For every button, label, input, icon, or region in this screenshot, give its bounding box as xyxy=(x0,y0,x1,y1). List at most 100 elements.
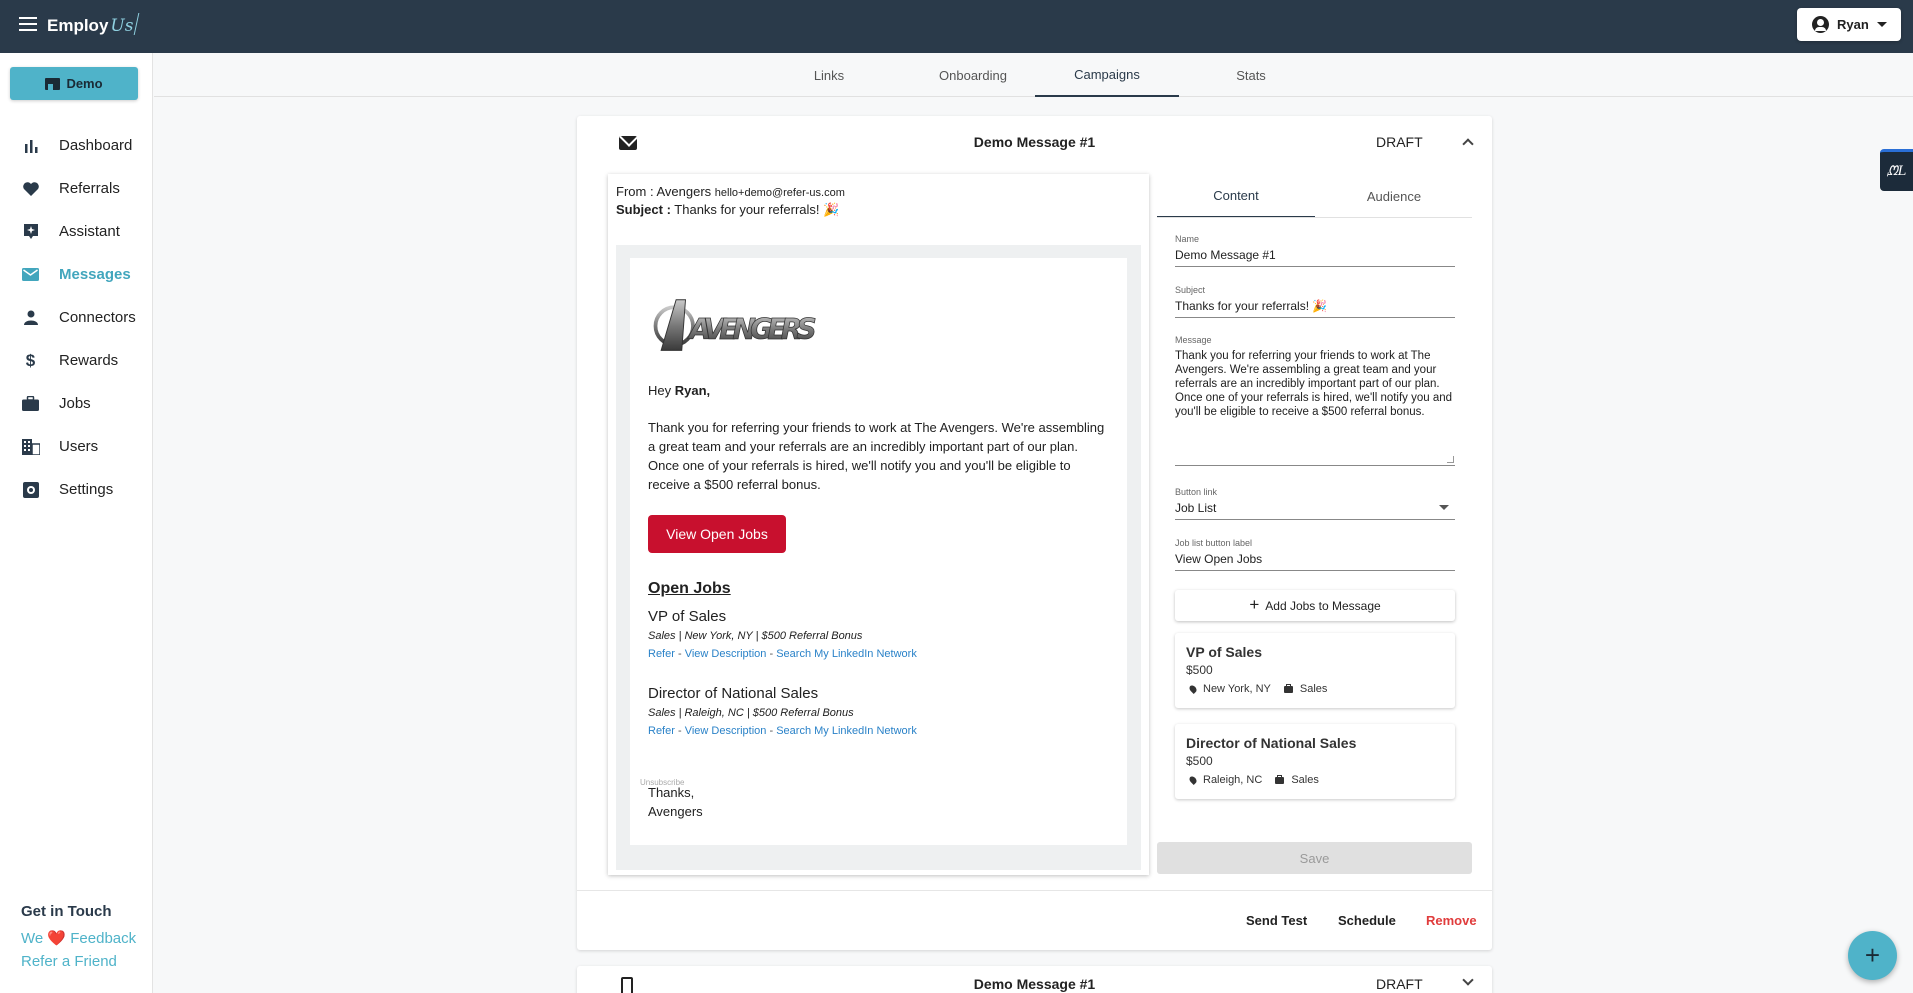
campaign-title: Demo Message #1 xyxy=(973,976,1096,992)
resize-handle-icon[interactable] xyxy=(1447,456,1454,463)
button-link-select[interactable]: Button link Job List xyxy=(1175,487,1455,520)
email-subject: Subject : Thanks for your referrals! 🎉 xyxy=(616,202,839,218)
campaign-card-header[interactable]: Demo Message #1 DRAFT xyxy=(577,116,1492,170)
email-from: From : Avengers hello+demo@refer-us.com xyxy=(616,184,845,199)
subject-field[interactable]: Subject Thanks for your referrals! 🎉 xyxy=(1175,285,1455,318)
job-title: VP of Sales xyxy=(648,608,727,625)
subject-label: Subject : xyxy=(616,202,671,217)
user-name: Ryan xyxy=(1837,17,1869,32)
section-tabs: Links Onboarding Campaigns Stats xyxy=(154,53,1913,97)
unsubscribe-link[interactable]: Unsubscribe xyxy=(640,778,684,787)
message-textarea[interactable]: Thank you for referring your friends to … xyxy=(1175,349,1455,466)
location-pin-icon xyxy=(1188,684,1198,694)
campaign-card: Demo Message #1 DRAFT From : Avengers he… xyxy=(577,116,1492,950)
view-description-link[interactable]: View Description xyxy=(685,648,767,660)
side-widget-tab[interactable]: ᘻL xyxy=(1880,149,1913,191)
refer-friend-link[interactable]: Refer a Friend xyxy=(21,953,117,970)
subject-text: Thanks for your referrals! 🎉 xyxy=(674,202,840,217)
job-card[interactable]: VP of Sales $500 New York, NY Sales xyxy=(1175,633,1455,708)
sidebar-item-users[interactable]: Users xyxy=(0,425,153,468)
caret-down-icon xyxy=(1876,22,1887,27)
save-button[interactable]: Save xyxy=(1157,842,1472,874)
job-card-salary: $500 xyxy=(1186,754,1213,768)
link-separator: - xyxy=(674,648,685,660)
name-label: Name xyxy=(1175,234,1200,244)
tab-stats[interactable]: Stats xyxy=(1179,53,1323,97)
sidebar-item-label: Connectors xyxy=(59,309,136,326)
dropdown-caret-icon xyxy=(1439,505,1449,510)
sidebar-item-label: Rewards xyxy=(59,352,119,369)
logo-main-text: Employ xyxy=(47,16,109,35)
menu-icon[interactable] xyxy=(19,17,37,31)
tab-campaigns[interactable]: Campaigns xyxy=(1035,53,1179,97)
heart-icon xyxy=(21,179,40,198)
job-list-label-field[interactable]: Job list button label View Open Jobs xyxy=(1175,538,1455,571)
tab-audience[interactable]: Audience xyxy=(1315,174,1473,218)
user-menu-button[interactable]: Ryan xyxy=(1797,8,1901,41)
job-card[interactable]: Director of National Sales $500 Raleigh,… xyxy=(1175,724,1455,799)
view-open-jobs-button[interactable]: View Open Jobs xyxy=(648,515,786,553)
search-linkedin-link[interactable]: Search My LinkedIn Network xyxy=(776,648,917,660)
button-link-value[interactable]: Job List xyxy=(1175,501,1455,520)
from-email: hello+demo@refer-us.com xyxy=(714,187,845,199)
tab-content[interactable]: Content xyxy=(1157,174,1315,218)
widget-logo-icon: ᘻL xyxy=(1886,164,1907,179)
greeting-pre: Hey xyxy=(648,383,672,398)
remove-button[interactable]: Remove xyxy=(1426,913,1477,928)
feedback-post: Feedback xyxy=(70,930,137,947)
subject-input[interactable]: Thanks for your referrals! 🎉 xyxy=(1175,299,1455,318)
greeting-name: Ryan, xyxy=(674,383,711,398)
link-separator: - xyxy=(766,648,777,660)
add-jobs-button[interactable]: + Add Jobs to Message xyxy=(1175,590,1455,621)
job-list-input[interactable]: View Open Jobs xyxy=(1175,552,1455,571)
org-button[interactable]: Demo xyxy=(10,67,138,100)
schedule-button[interactable]: Schedule xyxy=(1338,913,1396,928)
subject-label: Subject xyxy=(1175,285,1206,295)
refer-link[interactable]: Refer xyxy=(648,648,675,660)
mail-icon xyxy=(21,265,40,284)
gear-icon xyxy=(21,480,40,499)
email-job-item: Director of National Sales Sales | Ralei… xyxy=(648,685,917,737)
name-input[interactable]: Demo Message #1 xyxy=(1175,248,1455,267)
feedback-pre: We xyxy=(21,930,44,947)
tab-links[interactable]: Links xyxy=(757,53,901,97)
email-signoff: Thanks, Avengers xyxy=(648,783,703,821)
send-test-button[interactable]: Send Test xyxy=(1246,913,1307,928)
job-card-location: Raleigh, NC xyxy=(1203,774,1263,786)
sidebar-item-label: Users xyxy=(59,438,99,455)
message-label: Message xyxy=(1175,335,1212,345)
email-body: AVENGERS Hey Ryan, Thank you for referri… xyxy=(630,258,1127,845)
sidebar-item-jobs[interactable]: Jobs xyxy=(0,382,153,425)
dollar-icon: $ xyxy=(25,350,36,370)
message-field[interactable]: Message Thank you for referring your fri… xyxy=(1175,335,1455,466)
job-card-location: New York, NY xyxy=(1203,683,1271,695)
building-icon xyxy=(21,437,40,456)
briefcase-icon xyxy=(1275,774,1285,784)
app-logo[interactable]: Employ Us xyxy=(47,13,140,36)
sidebar-item-messages[interactable]: Messages xyxy=(0,253,153,296)
sidebar-item-settings[interactable]: Settings xyxy=(0,468,153,511)
sidebar-item-referrals[interactable]: Referrals xyxy=(0,167,153,210)
feedback-link[interactable]: We ❤️ Feedback xyxy=(21,929,136,947)
sidebar-item-assistant[interactable]: Assistant xyxy=(0,210,153,253)
plus-icon: + xyxy=(1864,940,1881,970)
refer-link[interactable]: Refer xyxy=(648,725,675,737)
sidebar-item-connectors[interactable]: Connectors xyxy=(0,296,153,339)
sidebar: Demo Dashboard Referrals Assistant Messa… xyxy=(0,53,153,993)
account-circle-icon xyxy=(1812,16,1829,33)
button-link-label: Button link xyxy=(1175,487,1218,497)
from-name: Avengers xyxy=(656,184,712,199)
view-description-link[interactable]: View Description xyxy=(685,725,767,737)
email-paragraph: Thank you for referring your friends to … xyxy=(648,420,1105,492)
search-linkedin-link[interactable]: Search My LinkedIn Network xyxy=(776,725,917,737)
store-icon xyxy=(45,77,61,90)
panel-tabs-divider xyxy=(1157,217,1472,218)
email-greeting: Hey Ryan, xyxy=(648,383,710,398)
add-campaign-fab[interactable]: + xyxy=(1848,931,1897,980)
campaign-card[interactable]: Demo Message #1 DRAFT xyxy=(577,966,1492,993)
sidebar-item-dashboard[interactable]: Dashboard xyxy=(0,124,153,167)
name-field[interactable]: Name Demo Message #1 xyxy=(1175,234,1455,267)
tab-onboarding[interactable]: Onboarding xyxy=(901,53,1045,97)
sidebar-item-rewards[interactable]: $ Rewards xyxy=(0,339,153,382)
sidebar-item-label: Assistant xyxy=(59,223,120,240)
